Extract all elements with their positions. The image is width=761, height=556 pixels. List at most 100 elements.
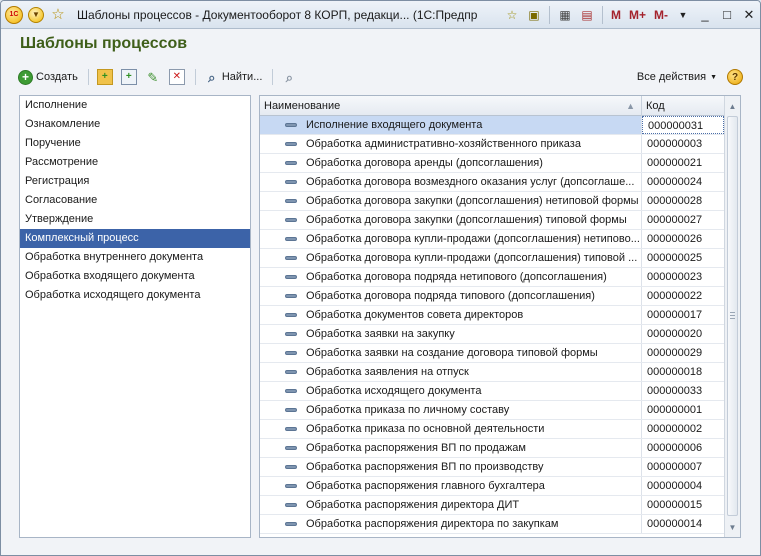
template-item-icon xyxy=(285,408,297,412)
grip-line xyxy=(730,312,735,313)
cell-name: Обработка договора купли-продажи (допсог… xyxy=(260,230,642,248)
create-folder-button[interactable]: + xyxy=(94,66,116,88)
list-item[interactable]: Ознакомление xyxy=(20,115,250,134)
list-item[interactable]: Исполнение xyxy=(20,96,250,115)
column-header-label: Наименование xyxy=(264,100,341,112)
bookmark-button[interactable]: ▣ xyxy=(524,5,544,25)
all-actions-menu[interactable]: Все действия ▼ xyxy=(637,71,717,83)
maximize-icon: □ xyxy=(723,7,731,22)
sort-ascending-icon: ▲ xyxy=(626,101,635,111)
help-icon[interactable]: ? xyxy=(727,69,743,85)
table-row[interactable]: Обработка распоряжения ВП по продажам 000… xyxy=(260,439,740,458)
table-row[interactable]: Обработка распоряжения директора по заку… xyxy=(260,515,740,534)
scroll-down-arrow-icon[interactable]: ▼ xyxy=(725,519,740,535)
scroll-thumb[interactable] xyxy=(727,116,738,516)
cell-code: 000000033 xyxy=(647,385,703,397)
close-icon: ✕ xyxy=(743,6,755,22)
cell-code: 000000017 xyxy=(647,309,703,321)
pencil-icon: ✎ xyxy=(147,69,159,85)
calendar-button[interactable]: ▤ xyxy=(577,5,597,25)
cell-code: 000000018 xyxy=(647,366,703,378)
chevron-down-icon: ▼ xyxy=(28,6,44,23)
column-header-code[interactable]: Код xyxy=(642,96,724,116)
divider xyxy=(601,5,603,24)
table-header: Наименование ▲ Код xyxy=(260,96,740,116)
find-button[interactable]: ⌕ Найти... xyxy=(201,66,266,88)
calculator-button[interactable]: ▦ xyxy=(555,5,575,25)
table-row[interactable]: Обработка договора закупки (допсоглашени… xyxy=(260,192,740,211)
list-item[interactable]: Рассмотрение xyxy=(20,153,250,172)
memory-plus-button[interactable]: M+ xyxy=(629,8,646,22)
copy-button[interactable]: + xyxy=(118,66,140,88)
list-item[interactable]: Обработка внутреннего документа xyxy=(20,248,250,267)
search-icon: ⌕ xyxy=(208,69,216,85)
table-row[interactable]: Обработка заявки на создание договора ти… xyxy=(260,344,740,363)
memory-button[interactable]: M xyxy=(611,8,621,22)
cell-name: Обработка приказа по личному составу xyxy=(260,401,642,419)
table-row[interactable]: Обработка заявки на закупку 000000020 xyxy=(260,325,740,344)
vertical-scrollbar[interactable]: ▲ ▼ xyxy=(724,96,740,537)
table-row[interactable]: Обработка распоряжения ВП по производств… xyxy=(260,458,740,477)
edit-button[interactable]: ✎ xyxy=(142,66,164,88)
cell-name: Обработка договора возмездного оказания … xyxy=(260,173,642,191)
all-actions-label: Все действия xyxy=(636,71,707,83)
cell-name: Обработка документов совета директоров xyxy=(260,306,642,324)
cell-code: 000000006 xyxy=(647,442,703,454)
add-favorite-button[interactable]: ☆ xyxy=(502,5,522,25)
minimize-icon: _ xyxy=(701,7,709,22)
list-item-selected[interactable]: Комплексный процесс xyxy=(20,229,250,248)
table-row[interactable]: Обработка административно-хозяйственного… xyxy=(260,135,740,154)
table-row[interactable]: Обработка договора купли-продажи (допсог… xyxy=(260,230,740,249)
close-button[interactable]: ✕ xyxy=(738,5,760,25)
search-clear-icon: ⌕ xyxy=(285,69,294,85)
delete-button[interactable]: ✕ xyxy=(166,66,188,88)
table-row[interactable]: Обработка договора купли-продажи (допсог… xyxy=(260,249,740,268)
list-item[interactable]: Поручение xyxy=(20,134,250,153)
template-item-icon xyxy=(285,503,297,507)
list-item[interactable]: Утверждение xyxy=(20,210,250,229)
table-row[interactable]: Обработка договора подряда типового (доп… xyxy=(260,287,740,306)
cell-name-text: Обработка исходящего документа xyxy=(306,385,482,397)
cell-name-text: Обработка распоряжения главного бухгалте… xyxy=(306,480,545,492)
table-row[interactable]: Обработка распоряжения директора ДИТ 0000… xyxy=(260,496,740,515)
minimize-button[interactable]: _ xyxy=(694,5,716,25)
list-item[interactable]: Согласование xyxy=(20,191,250,210)
table-row[interactable]: Обработка заявления на отпуск 000000018 xyxy=(260,363,740,382)
scroll-up-arrow-icon[interactable]: ▲ xyxy=(725,98,740,114)
cell-name-text: Обработка приказа по личному составу xyxy=(306,404,510,416)
maximize-button[interactable]: □ xyxy=(716,5,738,25)
template-item-icon xyxy=(285,123,297,127)
cell-code: 000000022 xyxy=(647,290,703,302)
chevron-down-icon: ▼ xyxy=(710,73,717,81)
cell-name-text: Обработка договора аренды (допсоглашения… xyxy=(306,157,543,169)
cell-name: Обработка административно-хозяйственного… xyxy=(260,135,642,153)
table-row[interactable]: Исполнение входящего документа 000000031 xyxy=(260,116,740,135)
cell-code: 000000031 xyxy=(642,116,724,134)
table-row[interactable]: Обработка документов совета директоров 00… xyxy=(260,306,740,325)
create-button[interactable]: + Создать xyxy=(15,66,81,88)
window-menu-button[interactable]: ▼ xyxy=(672,5,694,25)
table-row[interactable]: Обработка исходящего документа 000000033 xyxy=(260,382,740,401)
favorites-button[interactable]: ☆ xyxy=(49,6,67,24)
cancel-search-button[interactable]: ⌕ xyxy=(278,66,300,88)
table-row[interactable]: Обработка договора возмездного оказания … xyxy=(260,173,740,192)
table-row[interactable]: Обработка договора закупки (допсоглашени… xyxy=(260,211,740,230)
cell-name: Обработка распоряжения директора ДИТ xyxy=(260,496,642,514)
table-row[interactable]: Обработка договора аренды (допсоглашения… xyxy=(260,154,740,173)
memory-minus-button[interactable]: M- xyxy=(654,8,668,22)
cell-name: Обработка договора закупки (допсоглашени… xyxy=(260,211,642,229)
template-item-icon xyxy=(285,332,297,336)
main-menu-button[interactable]: ▼ xyxy=(27,6,45,24)
table-row[interactable]: Обработка приказа по основной деятельнос… xyxy=(260,420,740,439)
list-item[interactable]: Регистрация xyxy=(20,172,250,191)
app-logo[interactable]: 1С xyxy=(5,5,23,24)
column-header-name[interactable]: Наименование ▲ xyxy=(260,96,642,116)
copy-icon: + xyxy=(120,69,137,85)
table-row[interactable]: Обработка распоряжения главного бухгалте… xyxy=(260,477,740,496)
cell-name-text: Обработка договора купли-продажи (допсог… xyxy=(306,233,640,245)
list-item[interactable]: Обработка входящего документа xyxy=(20,267,250,286)
list-item[interactable]: Обработка исходящего документа xyxy=(20,286,250,305)
cell-code: 000000021 xyxy=(647,157,703,169)
table-row[interactable]: Обработка приказа по личному составу 0000… xyxy=(260,401,740,420)
table-row[interactable]: Обработка договора подряда нетипового (д… xyxy=(260,268,740,287)
